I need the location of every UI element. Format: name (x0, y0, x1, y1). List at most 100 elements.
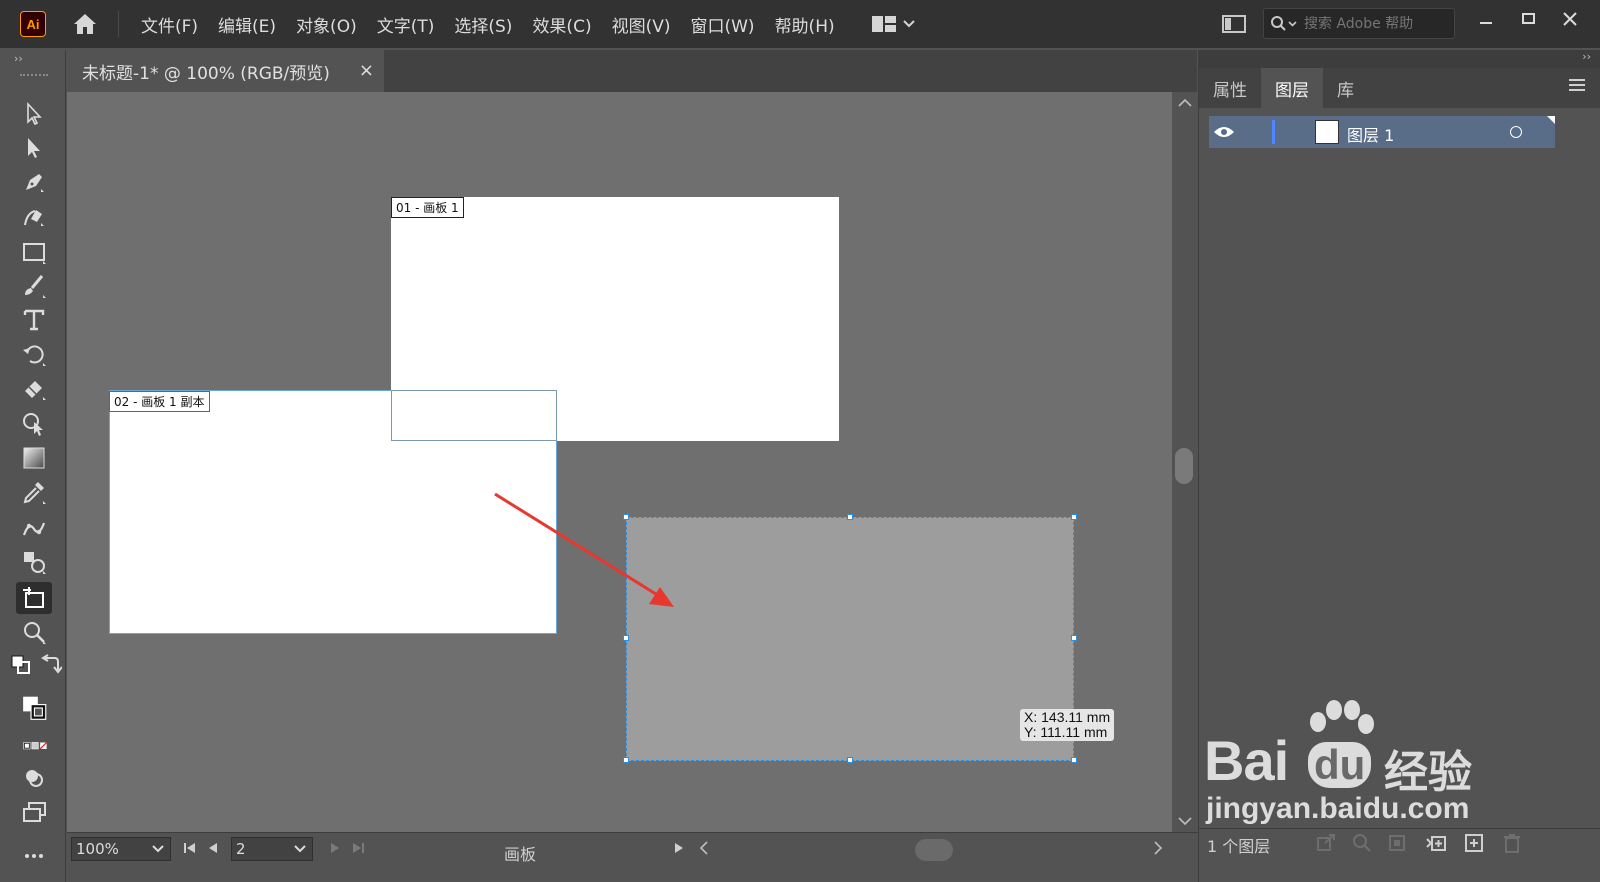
default-colors-icon[interactable] (10, 654, 32, 676)
chevron-down-icon (294, 845, 306, 853)
artboard-number-select[interactable]: 2 (231, 837, 313, 861)
tab-libraries[interactable]: 库 (1323, 68, 1368, 108)
puppet-warp-tool-icon[interactable] (16, 512, 52, 544)
scroll-down-icon[interactable] (1178, 816, 1192, 826)
layer-selected-corner (1547, 116, 1555, 124)
close-tab-icon[interactable]: × (359, 60, 374, 81)
direct-selection-tool-icon[interactable] (16, 132, 52, 164)
panel-tabs: 属性 图层 库 (1199, 68, 1600, 108)
export-icon[interactable] (1315, 833, 1337, 853)
toolbar-collapse-icon[interactable]: ›› (14, 52, 23, 65)
search-layers-icon[interactable] (1351, 833, 1373, 853)
draw-mode-icon[interactable] (16, 762, 52, 794)
status-mode-label: 画板 (504, 845, 537, 864)
menu-edit[interactable]: 编辑(E) (208, 12, 286, 37)
horizontal-scroll-thumb[interactable] (915, 839, 953, 861)
watermark-brand: Bai (1204, 729, 1289, 792)
illustrator-logo: Ai (20, 11, 46, 37)
baidu-jingyan-watermark: Bai du 经验 jingyan.baidu.com (1204, 698, 1494, 828)
last-artboard-icon[interactable] (351, 842, 365, 854)
zoom-select[interactable]: 100% (71, 837, 171, 861)
gradient-tool-icon[interactable] (16, 442, 52, 474)
watermark-suffix: 经验 (1384, 747, 1472, 798)
status-menu-icon[interactable] (673, 842, 685, 854)
menu-select[interactable]: 选择(S) (444, 12, 522, 37)
minimize-button[interactable] (1468, 6, 1504, 32)
help-search[interactable] (1263, 8, 1455, 39)
scroll-left-icon[interactable] (699, 841, 709, 855)
close-icon (1563, 12, 1577, 26)
zoom-tool-icon[interactable] (16, 616, 52, 648)
tools-panel: ›› (0, 50, 66, 882)
eyedropper-tool-icon[interactable] (16, 476, 52, 508)
minimize-icon (1480, 22, 1492, 24)
eraser-tool-icon[interactable] (16, 372, 52, 404)
panel-menu-icon[interactable] (1568, 78, 1586, 92)
selection-tool-icon[interactable] (16, 98, 52, 130)
artboard-number: 2 (236, 840, 246, 858)
document-tabs: 未标题-1* @ 100% (RGB/预览) × (67, 50, 1197, 92)
curvature-tool-icon[interactable] (16, 200, 52, 232)
rotate-tool-icon[interactable] (16, 338, 52, 370)
fill-stroke-swatches[interactable] (12, 686, 58, 730)
menu-help[interactable]: 帮助(H) (765, 12, 845, 37)
menu-object[interactable]: 对象(O) (286, 12, 367, 37)
eye-visibility-icon[interactable] (1213, 125, 1235, 139)
vertical-scroll-thumb[interactable] (1175, 448, 1193, 484)
menu-window[interactable]: 窗口(W) (680, 12, 764, 37)
search-icon (1271, 15, 1297, 31)
new-layer-icon[interactable] (1463, 833, 1485, 853)
panel-toggle-icon[interactable] (1222, 14, 1246, 38)
menu-view[interactable]: 视图(V) (602, 12, 681, 37)
screen-mode-icon[interactable] (16, 796, 52, 828)
zoom-value: 100% (76, 840, 119, 858)
layer-target-icon[interactable] (1510, 126, 1522, 138)
artboard-tool-icon[interactable] (16, 582, 52, 614)
blend-tool-icon[interactable] (16, 546, 52, 578)
scroll-right-icon[interactable] (1153, 841, 1163, 855)
toolbar-grip[interactable] (20, 74, 48, 78)
new-sublayer-icon[interactable] (1425, 833, 1447, 853)
type-tool-icon[interactable] (16, 304, 52, 336)
more-tools-icon[interactable] (16, 840, 52, 872)
workspace-switcher[interactable] (871, 15, 915, 33)
layer-count: 1 个图层 (1207, 837, 1271, 856)
red-arrow-annotation (494, 492, 674, 607)
layer-thumbnail (1315, 120, 1339, 144)
illustrator-window: Ai 文件(F) 编辑(E) 对象(O) 文字(T) 选择(S) 效果(C) 视… (0, 0, 1600, 882)
search-input[interactable] (1304, 15, 1454, 32)
menu-bar: Ai 文件(F) 编辑(E) 对象(O) 文字(T) 选择(S) 效果(C) 视… (0, 0, 1600, 48)
home-icon[interactable] (70, 9, 100, 39)
layer-color-bar (1272, 120, 1275, 144)
panel-collapse-icon[interactable]: ›› (1199, 50, 1600, 68)
clipping-mask-icon[interactable] (1387, 833, 1409, 853)
workspace-grid-icon (871, 16, 896, 32)
swap-colors-icon[interactable] (40, 654, 62, 676)
menu-effect[interactable]: 效果(C) (522, 12, 601, 37)
main-menu: 文件(F) 编辑(E) 对象(O) 文字(T) 选择(S) 效果(C) 视图(V… (131, 12, 845, 37)
document-tab[interactable]: 未标题-1* @ 100% (RGB/预览) × (67, 50, 384, 92)
next-artboard-icon[interactable] (329, 842, 341, 854)
color-mode-icons[interactable] (14, 736, 58, 756)
shape-builder-tool-icon[interactable] (16, 408, 52, 440)
layer-row[interactable]: 图层 1 (1209, 116, 1555, 148)
tab-layers[interactable]: 图层 (1261, 68, 1323, 108)
watermark-url: jingyan.baidu.com (1206, 792, 1470, 825)
tab-properties[interactable]: 属性 (1199, 68, 1261, 108)
first-artboard-icon[interactable] (183, 842, 197, 854)
canvas-area[interactable]: 01 - 画板 1 02 - 画板 1 副本 X: 143.11 mm Y: 1… (67, 92, 1172, 832)
layer-name[interactable]: 图层 1 (1347, 122, 1394, 146)
menu-type[interactable]: 文字(T) (367, 12, 445, 37)
paintbrush-tool-icon[interactable] (16, 270, 52, 302)
previous-artboard-icon[interactable] (207, 842, 219, 854)
maximize-button[interactable] (1510, 6, 1546, 32)
chevron-down-icon (902, 20, 915, 28)
close-window-button[interactable] (1552, 6, 1588, 32)
vertical-scrollbar[interactable] (1172, 92, 1198, 832)
rectangle-tool-icon[interactable] (16, 236, 52, 268)
pen-tool-icon[interactable] (16, 166, 52, 198)
scroll-up-icon[interactable] (1178, 98, 1192, 108)
layers-footer: 1 个图层 (1199, 828, 1600, 882)
trash-icon[interactable] (1501, 833, 1523, 853)
menu-file[interactable]: 文件(F) (131, 12, 208, 37)
